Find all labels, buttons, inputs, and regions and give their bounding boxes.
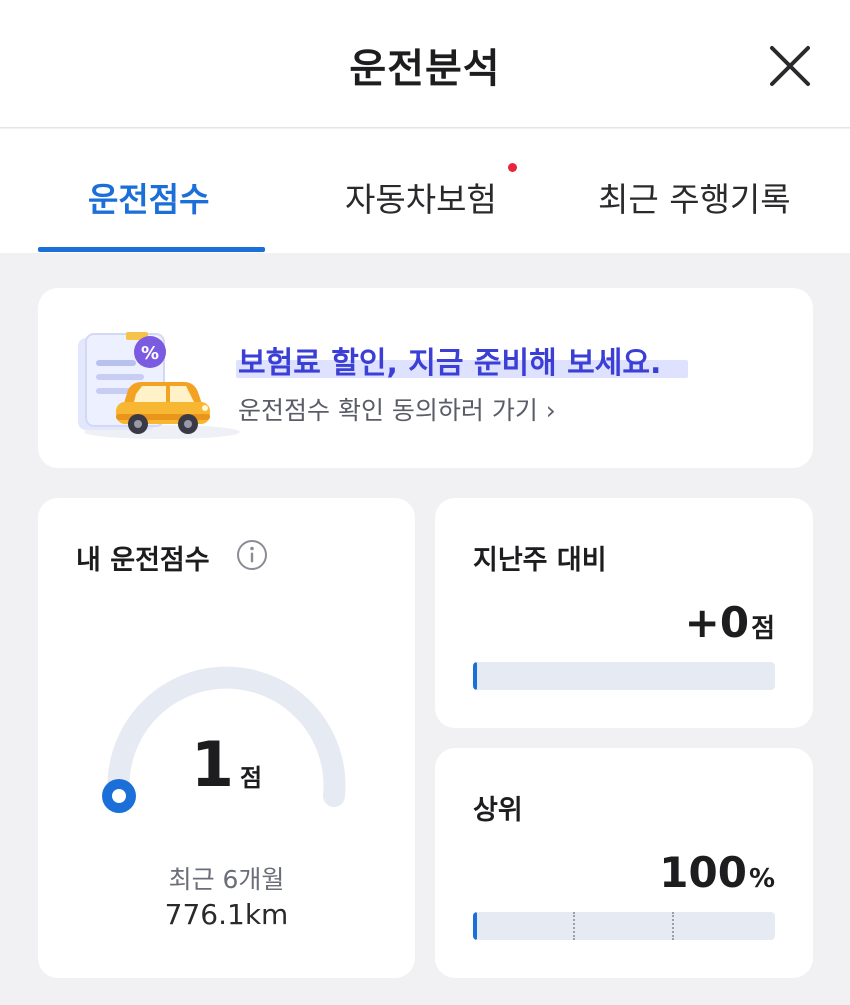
top-bar: 운전분석 xyxy=(0,0,850,128)
weekly-value: +0점 xyxy=(685,598,775,647)
recent-distance: 776.1km xyxy=(164,898,289,931)
rank-progress-track xyxy=(473,912,775,940)
recent-period-label: 최근 6개월 xyxy=(168,865,285,894)
tab-bar: 운전점수 자동차보험 최근 주행기록 xyxy=(0,129,850,253)
document-car-discount-illustration: % xyxy=(78,332,240,439)
page-title: 운전분석 xyxy=(349,46,501,92)
tab-driving-score[interactable]: 운전점수 xyxy=(88,173,209,221)
rank-progress-fill xyxy=(473,912,477,940)
new-badge-dot xyxy=(508,163,517,172)
tab-recent-trips[interactable]: 최근 주행기록 xyxy=(598,173,791,221)
rank-tick-1 xyxy=(573,912,575,940)
tab-car-insurance[interactable]: 자동차보험 xyxy=(345,173,497,221)
weekly-comparison-card: 지난주 대비 +0점 xyxy=(435,498,813,728)
weekly-number: +0 xyxy=(684,598,750,647)
driving-score-card: 내 운전점수 1점 최근 6개월 776.1km xyxy=(38,498,415,978)
svg-text:%: % xyxy=(141,343,159,364)
consent-link[interactable]: 운전점수 확인 동의하러 가기 › xyxy=(238,391,556,427)
rank-unit: % xyxy=(748,864,775,894)
rank-number: 100 xyxy=(659,848,747,897)
weekly-unit: 점 xyxy=(751,614,775,644)
rank-card: 상위 100% xyxy=(435,748,813,978)
score-number: 1 xyxy=(190,728,235,801)
rank-value: 100% xyxy=(659,848,775,897)
weekly-progress-fill xyxy=(473,662,477,690)
insurance-discount-banner[interactable]: % 보험료 할인, 지금 준비해 보세요. 운전점수 확인 동의하러 가기 › xyxy=(38,288,813,468)
score-title: 내 운전점수 xyxy=(76,545,210,576)
weekly-progress-track xyxy=(473,662,775,690)
promo-title: 보험료 할인, 지금 준비해 보세요. xyxy=(238,346,662,381)
close-icon xyxy=(770,46,810,86)
active-tab-indicator xyxy=(38,247,265,252)
info-icon[interactable] xyxy=(236,539,268,571)
score-unit: 점 xyxy=(240,764,263,792)
rank-tick-2 xyxy=(672,912,674,940)
close-button[interactable] xyxy=(766,42,814,90)
rank-title: 상위 xyxy=(473,795,523,826)
score-value: 1점 xyxy=(38,728,415,801)
weekly-title: 지난주 대비 xyxy=(473,545,607,576)
